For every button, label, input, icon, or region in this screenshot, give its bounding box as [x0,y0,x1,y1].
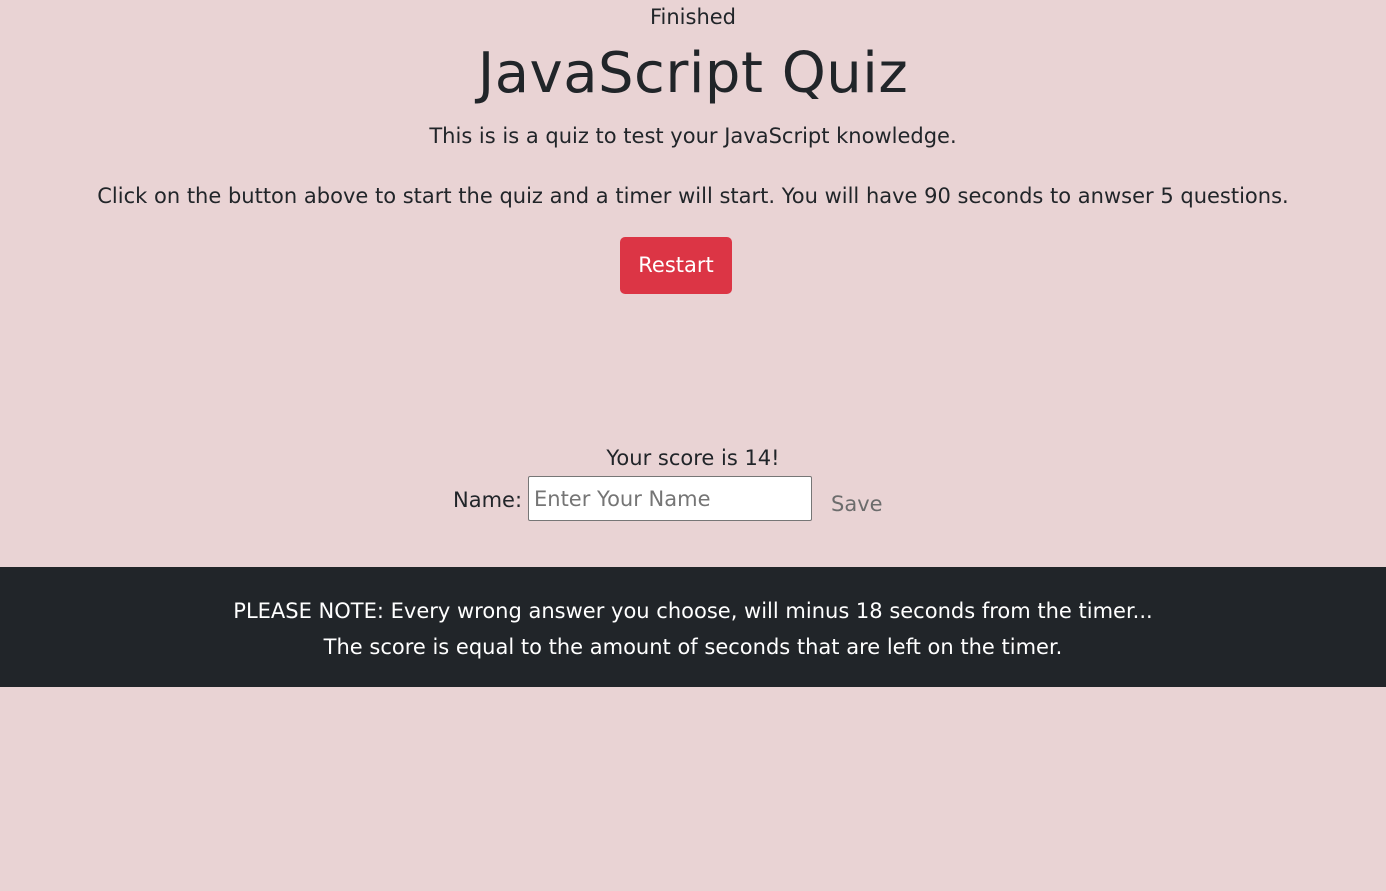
footer-note-line-2: The score is equal to the amount of seco… [323,635,1063,659]
quiz-status: Finished [649,5,737,29]
save-button[interactable]: Save [822,488,892,520]
footer-note: PLEASE NOTE: Every wrong answer you choo… [0,567,1386,687]
name-form: Name: Save [0,476,1386,522]
score-text: Your score is 14! [606,446,780,470]
name-label: Name: [453,488,523,512]
quiz-intro: This is is a quiz to test your JavaScrip… [429,124,957,148]
name-input[interactable] [528,476,812,521]
footer-note-line-1: PLEASE NOTE: Every wrong answer you choo… [233,599,1153,623]
restart-button[interactable]: Restart [620,237,732,294]
quiz-instructions: Click on the button above to start the q… [97,184,1289,208]
page-title: JavaScript Quiz [477,41,909,106]
